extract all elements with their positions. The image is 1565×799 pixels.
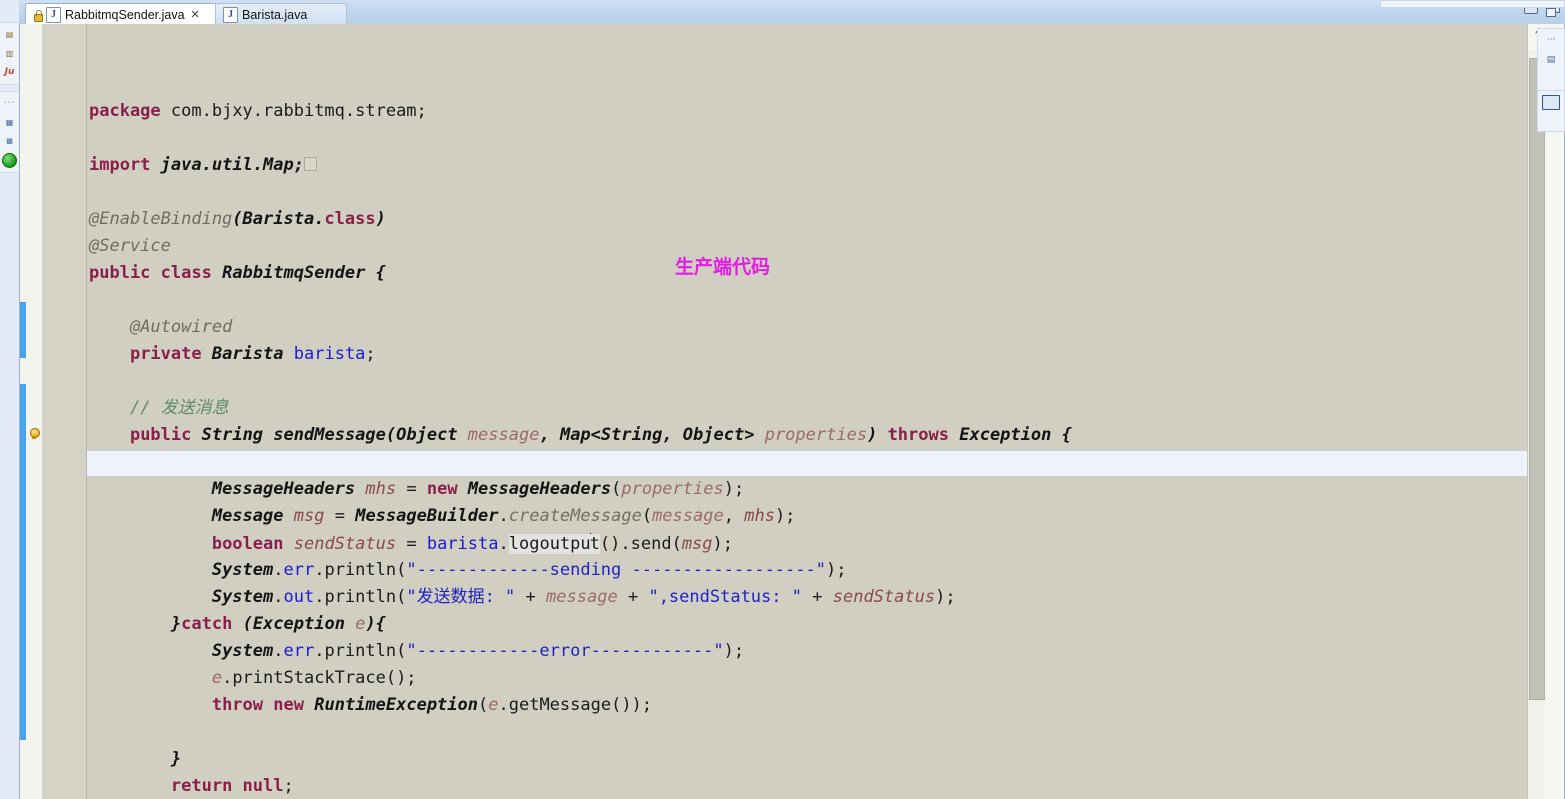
code-line-13[interactable]: 13 @Service <box>87 153 1528 256</box>
code-line-34[interactable]: 34 } <box>87 720 1528 747</box>
code-line-15[interactable]: 15 <box>87 207 1528 234</box>
code-line-33[interactable]: 33 return null; <box>87 693 1528 796</box>
package-explorer-icon[interactable]: ▤ <box>2 27 17 42</box>
tab-label: Barista.java <box>242 7 308 22</box>
right-dock-group-1: ··· ▤ <box>1537 28 1565 94</box>
code-line-26[interactable]: 26 System.out.println("发送数据: " + message… <box>87 504 1528 607</box>
code-surface[interactable]: 1 package com.bjxy.rabbitmq.stream; 2 3+… <box>87 24 1528 799</box>
code-line-30[interactable]: 30 throw new RuntimeException(e.getMessa… <box>87 612 1528 715</box>
editor-tab-bar: RabbitmqSender.java ✕ Barista.java <box>19 0 1565 25</box>
more-views-icon[interactable]: ··· <box>2 96 17 111</box>
code-line-12[interactable]: 12 @EnableBinding(Barista.class) <box>87 126 1528 229</box>
code-line-21[interactable]: 21 try{ <box>87 369 1528 472</box>
progress-icon[interactable] <box>2 153 17 168</box>
line-number-gutter <box>42 24 87 799</box>
dock-monitor-icon[interactable] <box>1542 94 1560 110</box>
code-line-31[interactable]: 31 <box>87 639 1528 666</box>
code-line-3[interactable]: 3+ import java.util.Map; <box>87 72 1528 175</box>
code-line-17[interactable]: 17 private Barista barista; <box>87 261 1528 364</box>
lock-icon <box>33 9 43 22</box>
junit-icon[interactable]: Ju <box>2 65 17 80</box>
annotation-gutter[interactable] <box>26 24 43 799</box>
code-line-32[interactable]: 32 } <box>87 666 1528 769</box>
code-line-29[interactable]: 29 e.printStackTrace(); <box>87 585 1528 688</box>
code-line-2[interactable]: 2 <box>87 45 1528 72</box>
right-dock-group-2 <box>1537 90 1565 132</box>
code-line-11[interactable]: 11 <box>87 99 1528 126</box>
activity-rail: ▤ ▥ Ju ··· ▦ ▩ <box>0 0 20 799</box>
java-file-icon <box>46 6 61 23</box>
code-line-25[interactable]: 25 System.err.println("-------------send… <box>87 477 1528 580</box>
code-line-36[interactable]: 36 } <box>87 774 1528 799</box>
servers-icon[interactable]: ▦ <box>2 115 17 130</box>
code-line-19[interactable]: 19 // 发送消息 <box>87 315 1528 418</box>
vertical-scrollbar[interactable] <box>1528 50 1545 799</box>
code-line-18[interactable]: 18 <box>87 288 1528 315</box>
code-line-27[interactable]: 27 }catch (Exception e){ <box>87 531 1528 634</box>
java-file-icon <box>223 6 238 23</box>
scrollbar-thumb[interactable] <box>1529 58 1545 700</box>
dock-dots-icon[interactable]: ··· <box>1542 32 1560 48</box>
code-line-23[interactable]: 23 Message msg = MessageBuilder.createMe… <box>87 423 1528 526</box>
producer-code-annotation: 生产端代码 <box>675 256 771 278</box>
code-line-1[interactable]: 1 package com.bjxy.rabbitmq.stream; <box>87 24 1528 121</box>
code-editor[interactable]: 1 package com.bjxy.rabbitmq.stream; 2 3+… <box>19 24 1565 799</box>
tab-rabbitmq-sender[interactable]: RabbitmqSender.java ✕ <box>25 3 225 25</box>
tab-barista[interactable]: Barista.java <box>215 3 347 25</box>
close-icon[interactable]: ✕ <box>191 8 200 21</box>
tab-label: RabbitmqSender.java <box>65 7 185 22</box>
overview-ruler[interactable]: ⌃ <box>1527 24 1564 799</box>
quickfix-bulb-icon[interactable] <box>28 428 40 440</box>
code-line-24[interactable]: 24 boolean sendStatus = barista.logoutpu… <box>87 450 1528 555</box>
code-line-14[interactable]: 14 public class RabbitmqSender { <box>87 180 1528 283</box>
rail-group-bottom: ··· ▦ ▩ <box>0 91 19 173</box>
code-line-16[interactable]: 16- @Autowired <box>87 234 1528 337</box>
code-line-20[interactable]: 20- public String sendMessage(Object mes… <box>87 342 1528 445</box>
rail-group-top: ▤ ▥ Ju <box>0 22 19 85</box>
code-line-22[interactable]: 22 MessageHeaders mhs = new MessageHeade… <box>87 396 1528 499</box>
code-line-35[interactable]: 35 <box>87 747 1528 774</box>
dock-view-icon[interactable]: ▤ <box>1542 52 1560 68</box>
outline-icon[interactable]: ▥ <box>2 46 17 61</box>
eclipse-window: ▤ ▥ Ju ··· ▦ ▩ RabbitmqSender.java ✕ Bar… <box>0 0 1565 799</box>
top-right-strip <box>1380 0 1565 8</box>
console-icon[interactable]: ▩ <box>2 134 17 149</box>
code-line-28[interactable]: 28 System.err.println("------------error… <box>87 558 1528 661</box>
